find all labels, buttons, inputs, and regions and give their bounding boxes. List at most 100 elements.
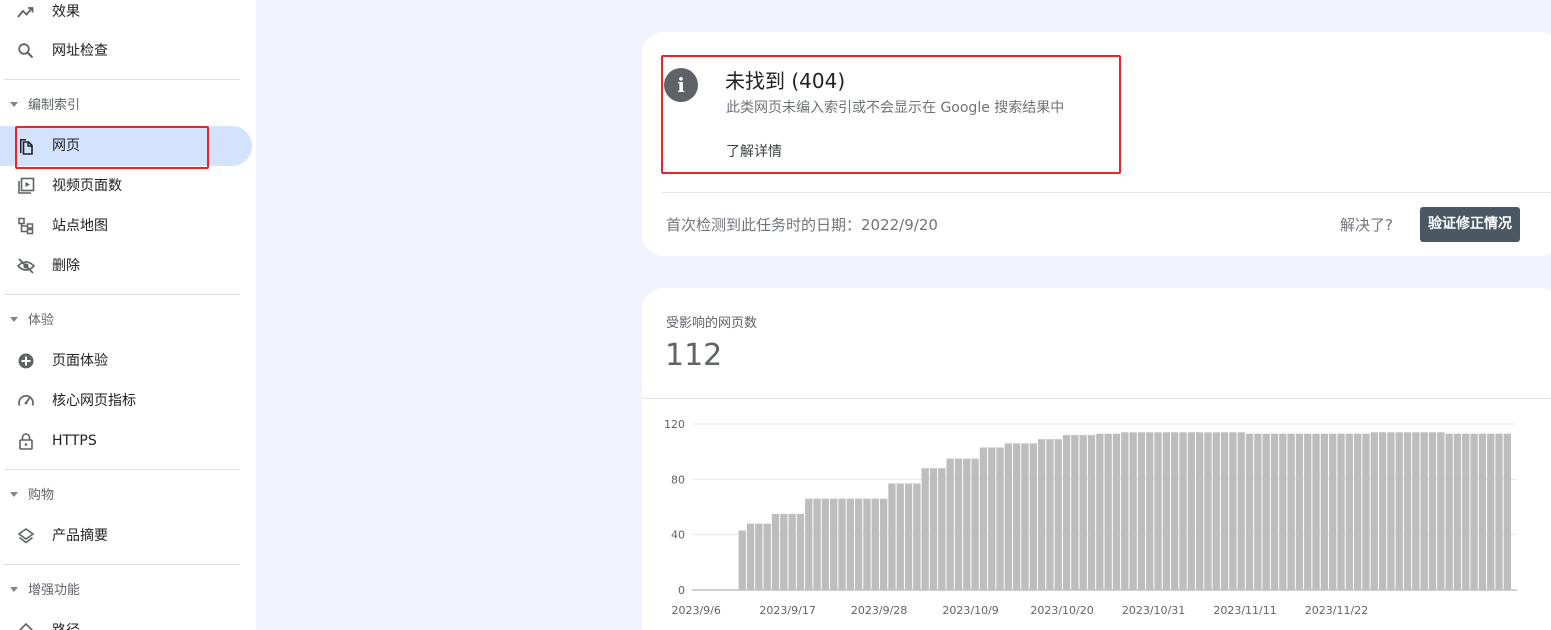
chevron-down-icon	[10, 587, 18, 592]
sidebar-item-label: 网址检查	[52, 43, 108, 59]
section-label: 体验	[28, 313, 55, 328]
bar	[1445, 433, 1453, 590]
page-icon	[20, 139, 33, 155]
bar	[954, 458, 963, 590]
section-experience[interactable]: 体验	[0, 306, 240, 336]
section-label: 购物	[28, 488, 55, 503]
bar	[1412, 432, 1420, 590]
x-tick-label: 2023/11/22	[1305, 604, 1368, 617]
learn-more-link[interactable]: 了解详情	[726, 141, 782, 161]
bar	[1112, 433, 1121, 590]
y-tick-label: 80	[671, 473, 685, 486]
sidebar-item-label: 站点地图	[52, 218, 108, 234]
bar	[1062, 435, 1071, 590]
bar	[1212, 432, 1220, 590]
y-tick-label: 0	[678, 584, 685, 597]
bar	[1220, 432, 1229, 590]
sidebar-item-page-experience[interactable]: 页面体验	[0, 341, 252, 381]
bar	[1420, 432, 1428, 590]
affected-pages-chart: 0 40 80 120 2023/9/6 2023/9/17 2023/9/28 2023/1…	[664, 418, 1517, 617]
bar	[988, 447, 996, 590]
bar	[855, 498, 863, 590]
sidebar-item-removals[interactable]: 删除	[0, 246, 252, 286]
bar	[763, 523, 771, 590]
sidebar-item-product-snippets[interactable]: 产品摘要	[0, 516, 252, 556]
bar	[1029, 443, 1037, 590]
bar	[979, 447, 988, 590]
bar	[1337, 433, 1345, 590]
bar	[1312, 433, 1320, 590]
bar	[796, 513, 805, 590]
bar	[738, 530, 746, 590]
sidebar-item-label: 视频页面数	[52, 178, 122, 194]
bar	[1287, 433, 1295, 590]
card-divider	[662, 192, 1551, 193]
bar	[896, 483, 904, 590]
bar	[904, 483, 913, 590]
bar	[1487, 433, 1495, 590]
bar	[1320, 433, 1329, 590]
diamond-icon	[18, 622, 34, 630]
bar	[1462, 433, 1470, 590]
sidebar-item-pages[interactable]: 网页	[0, 126, 252, 166]
sidebar-item-url-inspection[interactable]: 网址检查	[0, 31, 252, 71]
bar	[1245, 433, 1254, 590]
sidebar-item-sitemaps[interactable]: 站点地图	[0, 206, 252, 246]
bar	[1129, 432, 1137, 590]
sidebar-item-breadcrumbs[interactable]: 路径	[0, 611, 252, 630]
bar	[838, 498, 846, 590]
validate-fix-button[interactable]: 验证修正情况	[1420, 207, 1520, 242]
x-tick-label: 2023/10/20	[1030, 604, 1093, 617]
bar	[946, 458, 954, 590]
sidebar-item-video-pages[interactable]: 视频页面数	[0, 166, 252, 206]
section-label: 编制索引	[28, 98, 81, 113]
bar	[1503, 433, 1511, 590]
section-indexing[interactable]: 编制索引	[0, 91, 240, 121]
bar	[971, 458, 979, 590]
chevron-down-icon	[10, 492, 18, 497]
bar	[871, 498, 879, 590]
x-tick-label: 2023/9/6	[671, 604, 720, 617]
bar	[1262, 433, 1270, 590]
bar	[1428, 432, 1437, 590]
bar	[1495, 433, 1503, 590]
trending-up-icon	[17, 7, 34, 18]
sidebar-item-core-web-vitals[interactable]: 核心网页指标	[0, 381, 252, 421]
sidebar: 效果 网址检查 编制索引 网页 视频页面数 站点地图 删除 体验 页面体验 核心…	[0, 0, 256, 630]
bar	[746, 523, 755, 590]
bar	[1004, 443, 1013, 590]
sidebar-item-https[interactable]: HTTPS	[0, 421, 252, 461]
bar	[1146, 432, 1154, 590]
bar	[846, 498, 855, 590]
sidebar-item-label: 效果	[52, 4, 80, 20]
bar	[1162, 432, 1171, 590]
bar	[780, 513, 788, 590]
sidebar-divider	[4, 564, 240, 565]
plus-circle-icon	[18, 353, 34, 369]
chevron-down-icon	[10, 317, 18, 322]
bar	[821, 498, 830, 590]
bar	[1013, 443, 1021, 590]
bar	[771, 513, 780, 590]
sidebar-item-performance[interactable]: 效果	[0, 0, 252, 32]
bar	[1254, 433, 1262, 590]
section-shopping[interactable]: 购物	[0, 481, 240, 511]
sidebar-item-label: 网页	[52, 138, 80, 154]
bar	[1403, 432, 1412, 590]
bar	[1171, 432, 1179, 590]
bar	[1087, 435, 1096, 590]
sidebar-divider	[4, 294, 240, 295]
bar	[805, 498, 813, 590]
sidebar-item-label: 核心网页指标	[52, 393, 136, 409]
issue-description: 此类网页未编入索引或不会显示在 Google 搜索结果中	[726, 100, 1065, 116]
bar	[1179, 432, 1187, 590]
section-enhancements[interactable]: 增强功能	[0, 576, 240, 606]
bar	[1478, 433, 1487, 590]
eye-off-icon	[17, 258, 35, 274]
gauge-icon	[18, 395, 34, 406]
bar	[1071, 435, 1079, 590]
bar	[1154, 432, 1162, 590]
x-tick-label: 2023/11/11	[1213, 604, 1276, 617]
sidebar-divider	[4, 469, 240, 470]
info-icon: i	[664, 68, 698, 102]
